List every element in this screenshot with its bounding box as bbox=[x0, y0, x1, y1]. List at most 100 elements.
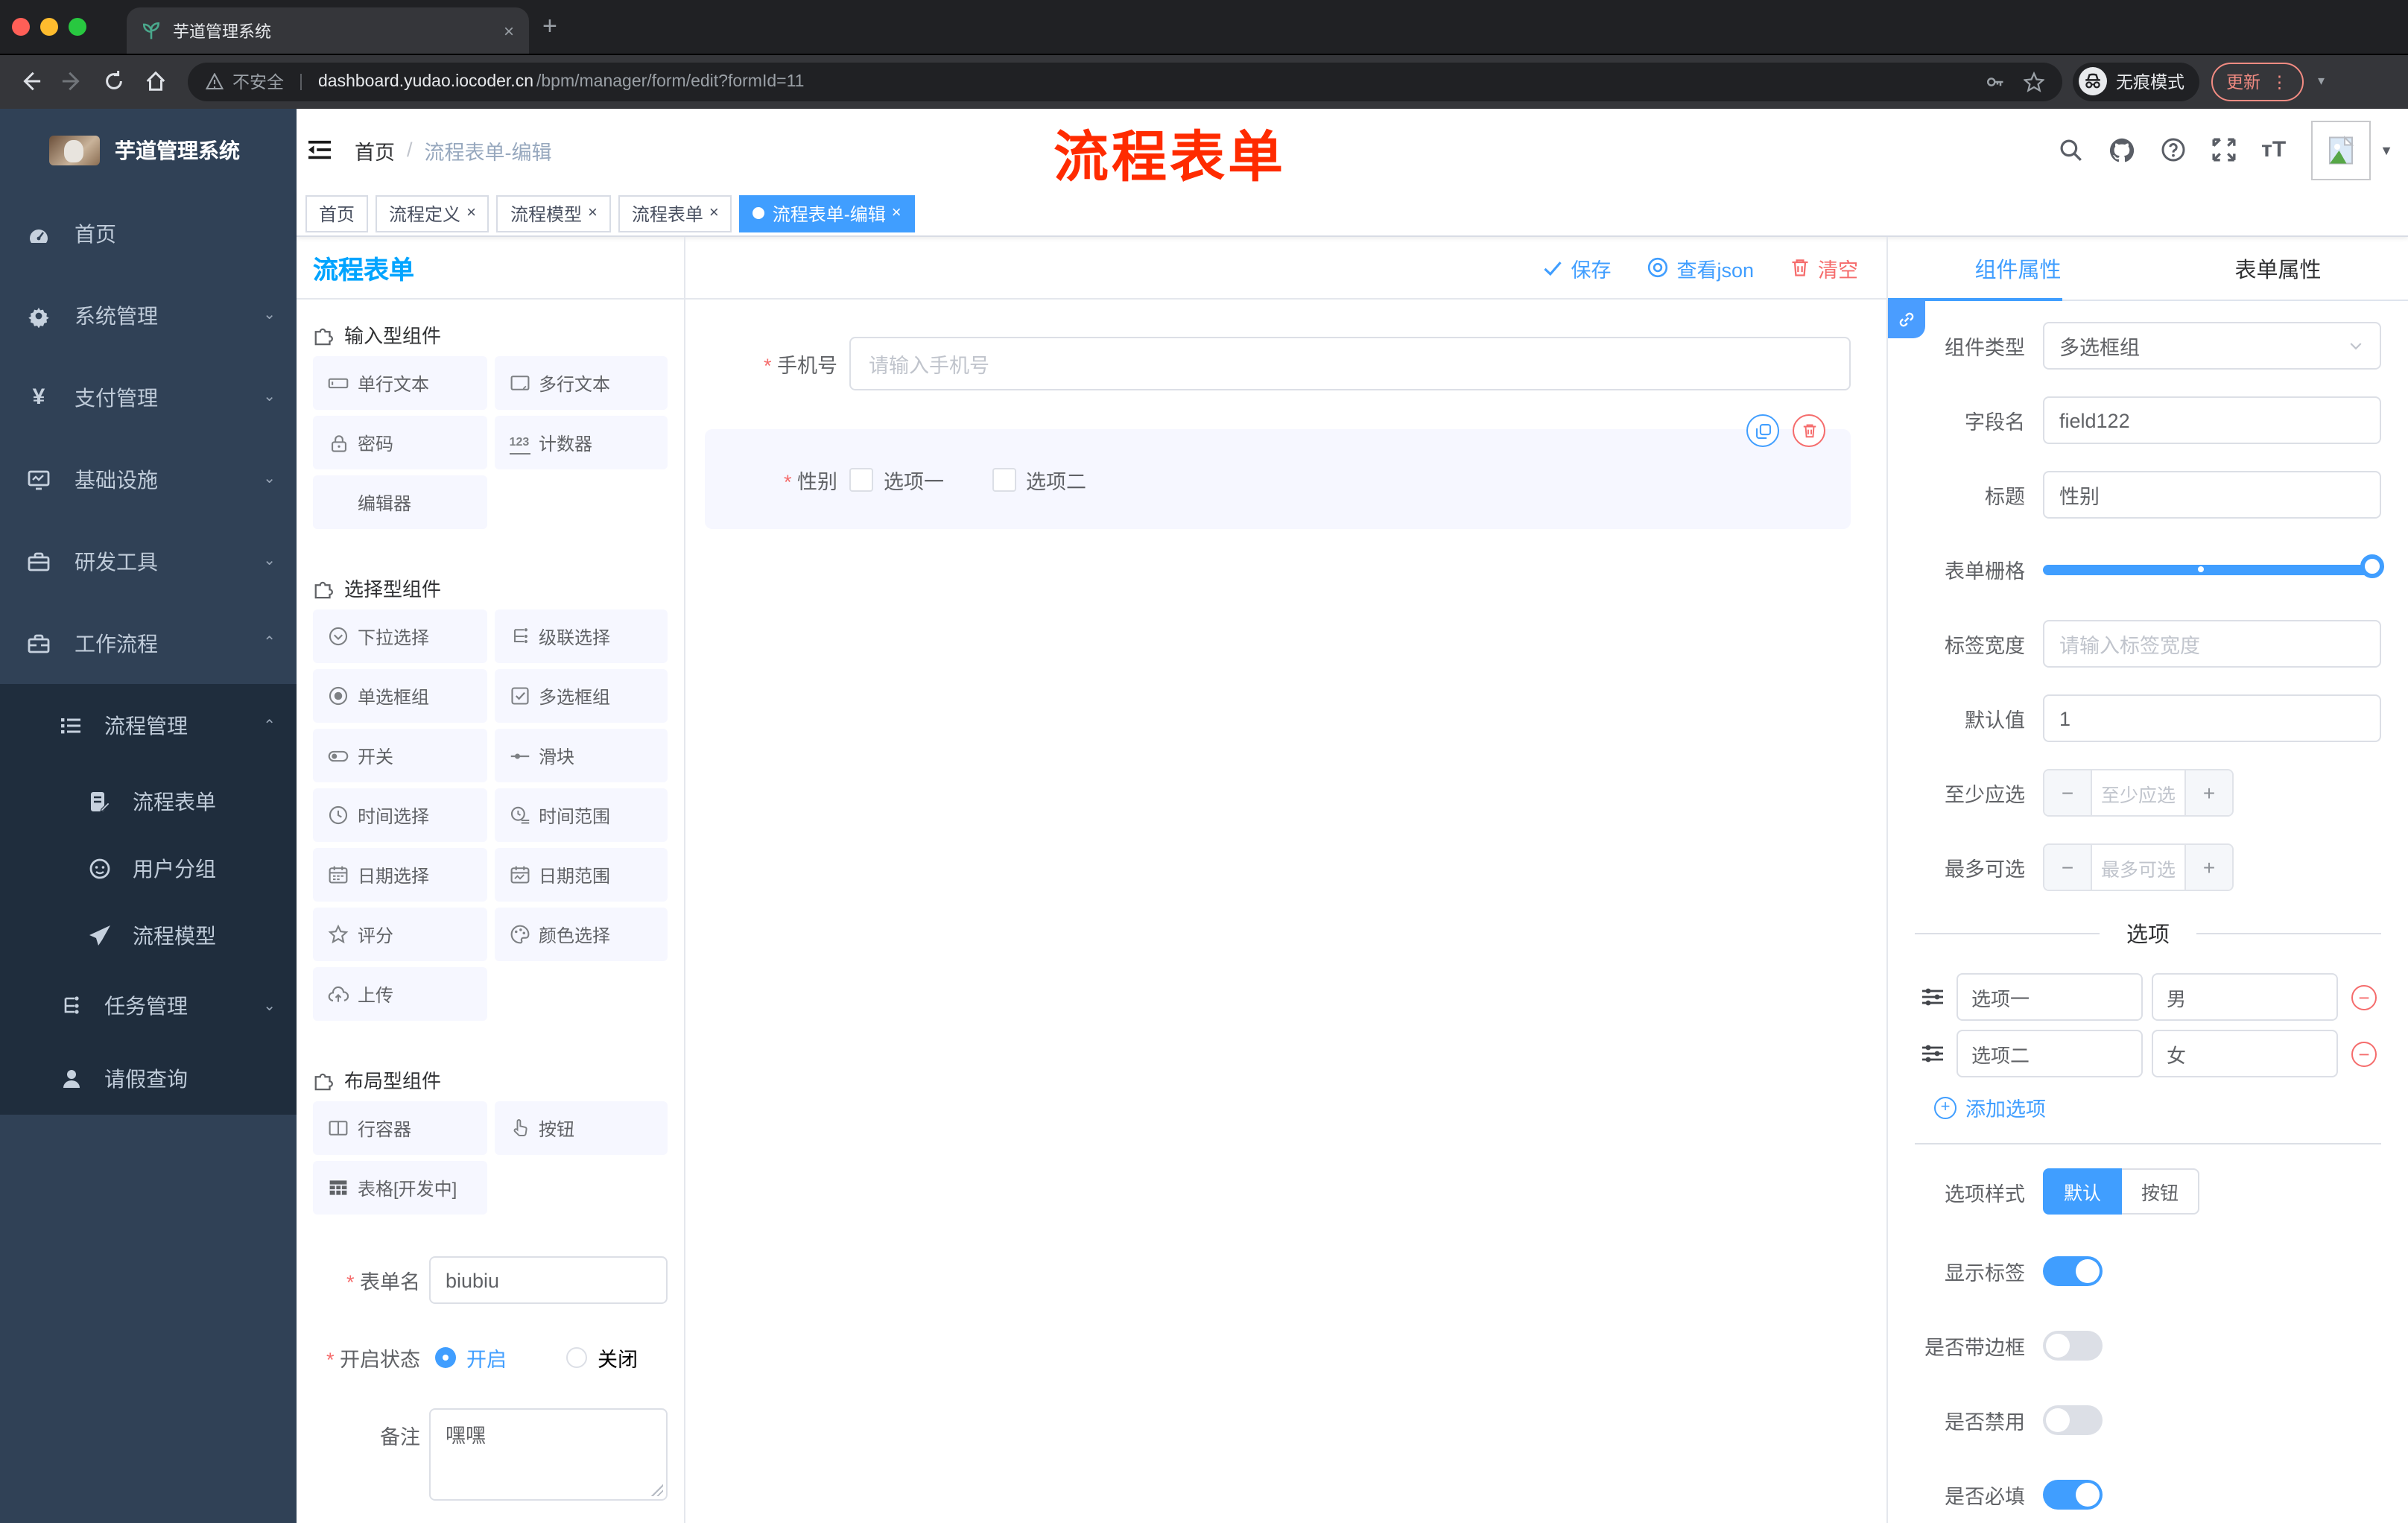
panel-link-handle[interactable] bbox=[1888, 300, 1925, 338]
resize-grip[interactable] bbox=[651, 1484, 663, 1496]
delete-component-button[interactable] bbox=[1793, 414, 1825, 447]
canvas-field-gender-selected[interactable]: 性别 选项一 选项二 bbox=[705, 414, 1851, 529]
phone-input[interactable]: 请输入手机号 bbox=[849, 337, 1851, 390]
browser-menu-icon[interactable]: ⋮ bbox=[2271, 71, 2288, 92]
component-chip-button[interactable]: 按钮 bbox=[494, 1101, 668, 1155]
password-key-icon[interactable] bbox=[1985, 71, 2006, 92]
menu-fold-icon[interactable] bbox=[307, 139, 332, 161]
option-label-input[interactable]: 选项二 bbox=[1956, 1030, 2143, 1077]
component-chip-single-text[interactable]: 单行文本 bbox=[313, 356, 487, 410]
sidebar-item-process-model[interactable]: 流程模型 bbox=[0, 902, 297, 969]
style-button-button[interactable]: 按钮 bbox=[2122, 1168, 2200, 1215]
view-json-button[interactable]: 查看json bbox=[1647, 253, 1754, 282]
sidebar-item-leave-query[interactable]: 请假查询 bbox=[0, 1043, 297, 1115]
tag-close-icon[interactable]: × bbox=[709, 204, 719, 222]
component-chip-textarea[interactable]: 多行文本 bbox=[494, 356, 668, 410]
back-icon[interactable] bbox=[19, 70, 42, 92]
avatar-caret-icon[interactable]: ▼ bbox=[2380, 142, 2393, 157]
sidebar-item-process-form[interactable]: 流程表单 bbox=[0, 767, 297, 835]
tag-home[interactable]: 首页 bbox=[305, 194, 369, 232]
stepper-input[interactable]: 至少应选 bbox=[2092, 770, 2184, 815]
forward-icon[interactable] bbox=[61, 70, 83, 92]
canvas-field-phone[interactable]: 手机号 请输入手机号 bbox=[705, 337, 1851, 390]
copy-component-button[interactable] bbox=[1746, 414, 1779, 447]
home-icon[interactable] bbox=[145, 70, 167, 92]
title-input[interactable]: 性别 bbox=[2043, 471, 2381, 519]
sidebar-item-payment[interactable]: ¥ 支付管理 ⌄ bbox=[0, 356, 297, 438]
component-type-select[interactable]: 多选框组 bbox=[2043, 322, 2381, 370]
status-radio-off[interactable]: 关闭 bbox=[566, 1343, 638, 1372]
show-label-toggle[interactable] bbox=[2043, 1256, 2103, 1286]
component-chip-rate[interactable]: 评分 bbox=[313, 908, 487, 961]
fullscreen-icon[interactable] bbox=[2211, 137, 2236, 162]
component-chip-counter[interactable]: 123 计数器 bbox=[494, 416, 668, 469]
toolbar-chevron-icon[interactable]: ▾ bbox=[2318, 73, 2325, 89]
sidebar-item-devtools[interactable]: 研发工具 ⌄ bbox=[0, 520, 297, 602]
tag-process-model[interactable]: 流程模型 × bbox=[496, 194, 611, 232]
tab-form-props[interactable]: 表单属性 bbox=[2148, 237, 2408, 300]
stepper-input[interactable]: 最多可选 bbox=[2092, 845, 2184, 890]
plus-button[interactable]: + bbox=[2184, 770, 2232, 815]
option-value-input[interactable]: 男 bbox=[2152, 973, 2338, 1021]
component-chip-date-range[interactable]: 日期范围 bbox=[494, 848, 668, 902]
option-label-input[interactable]: 选项一 bbox=[1956, 973, 2143, 1021]
disabled-toggle[interactable] bbox=[2043, 1405, 2103, 1435]
plus-button[interactable]: + bbox=[2184, 845, 2232, 890]
font-size-icon[interactable]: ᴛT bbox=[2261, 137, 2286, 162]
tag-process-definition[interactable]: 流程定义 × bbox=[376, 194, 489, 232]
sidebar-item-process-manage[interactable]: 流程管理 ⌃ bbox=[0, 684, 297, 767]
form-name-input[interactable]: biubiu bbox=[429, 1256, 668, 1304]
minus-button[interactable]: − bbox=[2044, 770, 2092, 815]
component-chip-color-picker[interactable]: 颜色选择 bbox=[494, 908, 668, 961]
new-tab-button[interactable]: + bbox=[542, 12, 557, 42]
tag-process-form[interactable]: 流程表单 × bbox=[618, 194, 732, 232]
border-toggle[interactable] bbox=[2043, 1331, 2103, 1361]
save-button[interactable]: 保存 bbox=[1542, 253, 1611, 282]
min-select-stepper[interactable]: − 至少应选 + bbox=[2043, 769, 2234, 817]
gender-option1-checkbox[interactable]: 选项一 bbox=[849, 464, 944, 494]
minus-button[interactable]: − bbox=[2044, 845, 2092, 890]
component-chip-select[interactable]: 下拉选择 bbox=[313, 609, 487, 663]
slider-handle[interactable] bbox=[2360, 554, 2384, 577]
tag-close-icon[interactable]: × bbox=[892, 204, 902, 222]
tag-close-icon[interactable]: × bbox=[588, 204, 598, 222]
field-name-input[interactable]: field122 bbox=[2043, 396, 2381, 444]
component-chip-upload[interactable]: 上传 bbox=[313, 967, 487, 1021]
tab-close-icon[interactable]: × bbox=[504, 20, 514, 41]
drag-handle-icon[interactable] bbox=[1921, 985, 1945, 1009]
component-chip-row-container[interactable]: 行容器 bbox=[313, 1101, 487, 1155]
window-zoom-button[interactable] bbox=[69, 18, 86, 36]
status-radio-on[interactable]: 开启 bbox=[435, 1343, 507, 1372]
remove-option-button[interactable]: − bbox=[2351, 984, 2377, 1010]
avatar[interactable] bbox=[2311, 120, 2371, 180]
component-chip-cascader[interactable]: 级联选择 bbox=[494, 609, 668, 663]
window-close-button[interactable] bbox=[12, 18, 30, 36]
help-icon[interactable] bbox=[2160, 137, 2185, 162]
browser-update-button[interactable]: 更新 ⋮ bbox=[2211, 62, 2303, 101]
component-chip-switch[interactable]: 开关 bbox=[313, 729, 487, 782]
form-remark-textarea[interactable]: 嘿嘿 bbox=[429, 1408, 668, 1501]
browser-tab[interactable]: 芋道管理系统 × bbox=[127, 7, 529, 54]
component-chip-date-picker[interactable]: 日期选择 bbox=[313, 848, 487, 902]
component-chip-slider[interactable]: 滑块 bbox=[494, 729, 668, 782]
breadcrumb-home[interactable]: 首页 bbox=[355, 135, 395, 165]
remove-option-button[interactable]: − bbox=[2351, 1041, 2377, 1066]
sidebar-item-home[interactable]: 首页 bbox=[0, 192, 297, 274]
component-chip-time-picker[interactable]: 时间选择 bbox=[313, 788, 487, 842]
clear-button[interactable]: 清空 bbox=[1790, 253, 1858, 282]
component-chip-password[interactable]: 密码 bbox=[313, 416, 487, 469]
tag-process-form-edit[interactable]: 流程表单-编辑 × bbox=[739, 194, 915, 232]
component-chip-radio-group[interactable]: 单选框组 bbox=[313, 669, 487, 723]
component-chip-checkbox-group[interactable]: 多选框组 bbox=[494, 669, 668, 723]
sidebar-item-workflow[interactable]: 工作流程 ⌃ bbox=[0, 602, 297, 684]
add-option-button[interactable]: + 添加选项 bbox=[1934, 1092, 2381, 1122]
required-toggle[interactable] bbox=[2043, 1480, 2103, 1510]
search-icon[interactable] bbox=[2057, 137, 2082, 162]
sidebar-item-system[interactable]: 系统管理 ⌄ bbox=[0, 274, 297, 356]
label-width-input[interactable]: 请输入标签宽度 bbox=[2043, 620, 2381, 668]
form-grid-slider[interactable] bbox=[2043, 545, 2384, 593]
sidebar-item-user-group[interactable]: 用户分组 bbox=[0, 835, 297, 902]
window-minimize-button[interactable] bbox=[40, 18, 58, 36]
default-value-input[interactable]: 1 bbox=[2043, 694, 2381, 742]
reload-icon[interactable] bbox=[103, 70, 125, 92]
